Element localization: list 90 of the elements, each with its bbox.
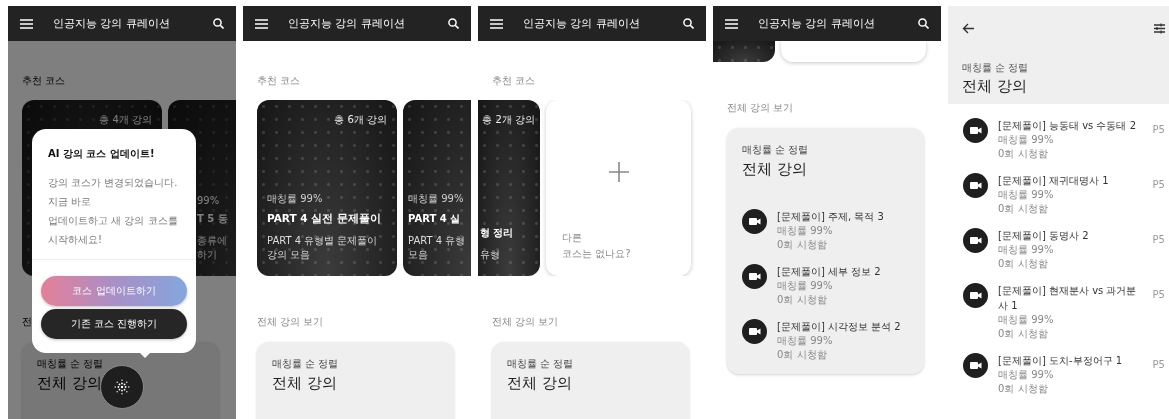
match-rate: 매칭률 99% (777, 334, 834, 348)
course-description: PART 4 유형별 문제풀이 강의 모음 (267, 234, 379, 262)
panel-title: 전체 강의 (272, 374, 337, 393)
view-count: 0회 시청함 (998, 382, 1049, 396)
search-icon[interactable] (448, 18, 459, 29)
back-icon[interactable] (962, 23, 974, 34)
app-title: 인공지능 강의 큐레이션 (523, 16, 641, 31)
lecture-title: [문제풀이] 재귀대명사 1 (998, 174, 1110, 188)
course-description: PART 4 유형 모음 (408, 234, 467, 262)
search-icon[interactable] (918, 18, 929, 29)
course-title: T 5 동 (197, 212, 229, 226)
page-label: P5 (1152, 234, 1165, 245)
sparkle-icon (113, 378, 131, 396)
app-title: 인공지능 강의 큐레이션 (288, 16, 406, 31)
view-count: 0회 시청함 (777, 238, 828, 252)
add-course-card[interactable]: 다른 코스는 없나요? (546, 100, 691, 276)
match-rate: 매칭률 99% (777, 224, 834, 238)
lecture-title: [문제풀이] 세부 정보 2 (777, 265, 882, 279)
menu-icon[interactable] (20, 18, 33, 29)
course-description: 종류에 하기 (197, 234, 228, 262)
menu-icon[interactable] (490, 18, 503, 29)
section-title: 추천 코스 (22, 74, 66, 88)
search-icon[interactable] (683, 18, 694, 29)
video-camera-icon (963, 283, 988, 308)
course-title: 형 정리 (480, 226, 515, 240)
match-rate: 매칭률 99% (998, 188, 1055, 202)
continue-course-button[interactable]: 기존 코스 진행하기 (41, 309, 187, 339)
menu-icon[interactable] (255, 18, 268, 29)
sort-label: 매칭률 순 정렬 (962, 61, 1030, 75)
match-rate: 매칭률 99% (998, 313, 1055, 327)
lecture-title: [문제풀이] 현재분사 vs 과거분사 1 (998, 284, 1138, 313)
video-camera-icon (963, 173, 988, 198)
section-title: 전 (22, 315, 32, 329)
view-count: 0회 시청함 (998, 327, 1049, 341)
video-camera-icon (742, 209, 767, 234)
panel-title: 전체 강의 (742, 160, 807, 179)
view-count: 0회 시청함 (998, 147, 1049, 161)
section-title: 전체 강의 보기 (492, 315, 559, 329)
match-rate: 매칭률 99% (998, 133, 1055, 147)
course-card (713, 41, 775, 62)
match-rate: 매칭률 99% (408, 192, 465, 206)
lecture-title: [문제풀이] 주제, 목적 3 (777, 210, 885, 224)
search-icon[interactable] (213, 18, 224, 29)
match-rate: 매칭률 99% (777, 279, 834, 293)
app-title: 인공지능 강의 큐레이션 (758, 16, 876, 31)
sort-label: 매칭률 순 정렬 (507, 357, 574, 371)
sort-label: 매칭률 순 정렬 (272, 357, 339, 371)
lecture-count: 총 6개 강의 (334, 113, 387, 127)
video-camera-icon (963, 353, 988, 378)
panel-title: 전체 강의 (37, 374, 102, 393)
page-label: P5 (1152, 179, 1165, 190)
view-count: 0회 시청함 (777, 348, 828, 362)
panel-title: 전체 강의 (507, 374, 572, 393)
lecture-count: 총 4개 강의 (99, 113, 152, 127)
page-title: 전체 강의 (962, 77, 1028, 96)
section-title: 추천 코스 (257, 74, 301, 88)
video-camera-icon (742, 319, 767, 344)
course-description: 유형 (480, 248, 501, 262)
view-count: 0회 시청함 (998, 257, 1049, 271)
menu-icon[interactable] (725, 18, 738, 29)
lecture-title: [문제풀이] 동명사 2 (998, 229, 1090, 243)
update-course-button[interactable]: 코스 업데이트하기 (41, 276, 187, 306)
match-rate: 매칭률 99% (998, 368, 1055, 382)
filter-icon[interactable] (1154, 23, 1165, 34)
section-title: 전체 강의 보기 (257, 315, 324, 329)
video-camera-icon (742, 264, 767, 289)
lecture-title: [문제풀이] 도치-부정어구 1 (998, 354, 1124, 368)
course-title: PART 4 실전 문제풀이 (267, 212, 382, 226)
course-title: PART 4 실 (408, 212, 462, 226)
page-label: P5 (1152, 124, 1165, 135)
lecture-title: [문제풀이] 시각정보 분석 2 (777, 320, 902, 334)
video-camera-icon (963, 228, 988, 253)
lecture-count: 총 2개 강의 (482, 113, 535, 127)
sort-label: 매칭률 순 정렬 (37, 357, 104, 371)
section-title: 전체 강의 보기 (727, 101, 794, 115)
app-title: 인공지능 강의 큐레이션 (53, 16, 171, 31)
match-rate: 매칭률 99% (267, 192, 324, 206)
dialog-message: 강의 코스가 변경되었습니다. 지금 바로 업데이트하고 새 강의 코스를 시작하세요! (47, 176, 179, 247)
lecture-title: [문제풀이] 능동태 vs 수동태 2 (998, 119, 1137, 133)
page-label: P5 (1152, 289, 1165, 300)
sort-label: 매칭률 순 정렬 (742, 143, 809, 157)
plus-icon (608, 162, 629, 182)
video-camera-icon (963, 118, 988, 143)
view-count: 0회 시청함 (998, 202, 1049, 216)
match-rate: 99% (197, 195, 221, 206)
match-rate: 매칭률 99% (998, 243, 1055, 257)
view-count: 0회 시청함 (777, 293, 828, 307)
page-label: P5 (1152, 359, 1165, 370)
dialog-title: AI 강의 코스 업데이트! (47, 147, 156, 161)
section-title: 추천 코스 (492, 74, 536, 88)
